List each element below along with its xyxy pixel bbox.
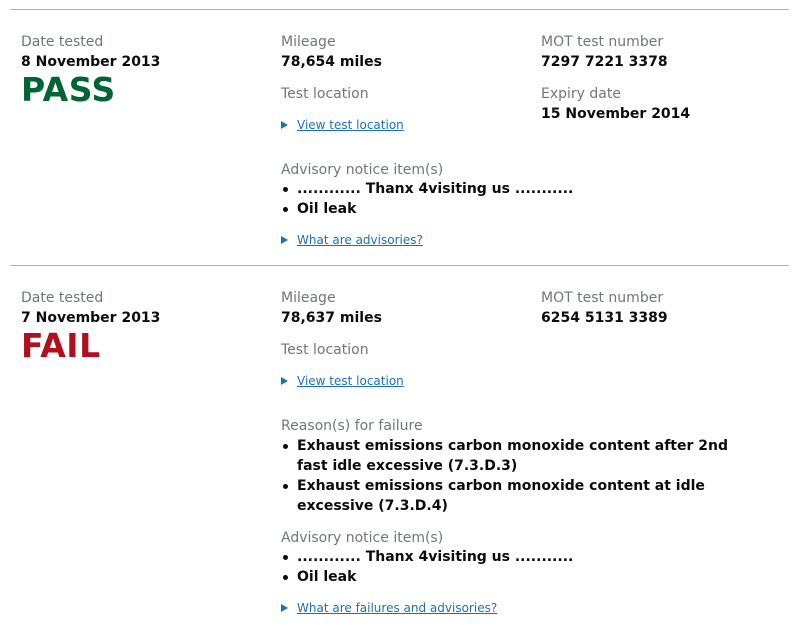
mileage-value: 78,637 miles bbox=[281, 310, 382, 326]
mileage-value: 78,654 miles bbox=[281, 54, 382, 70]
mot-test-number-label: MOT test number bbox=[541, 34, 664, 50]
advisory-list: ............ Thanx 4visiting us ........… bbox=[281, 179, 751, 219]
view-test-location-toggle[interactable]: View test location bbox=[281, 117, 404, 133]
test-result-fail: FAIL bbox=[21, 326, 101, 365]
mot-history: Date tested 8 November 2013 PASS Mileage… bbox=[0, 0, 800, 632]
view-test-location-link[interactable]: View test location bbox=[297, 118, 404, 132]
triangle-right-icon bbox=[281, 604, 288, 612]
failure-reasons-label: Reason(s) for failure bbox=[281, 418, 423, 434]
failure-reason-item: Exhaust emissions carbon monoxide conten… bbox=[281, 476, 751, 516]
what-are-advisories-link[interactable]: What are advisories? bbox=[297, 233, 423, 247]
section-divider bbox=[10, 9, 789, 10]
triangle-right-icon bbox=[281, 377, 288, 385]
advisory-list: ............ Thanx 4visiting us ........… bbox=[281, 547, 751, 587]
date-tested-value: 8 November 2013 bbox=[21, 54, 161, 70]
date-tested-label: Date tested bbox=[21, 34, 104, 50]
mot-test-number-value: 7297 7221 3378 bbox=[541, 54, 668, 70]
mot-test-number-label: MOT test number bbox=[541, 290, 664, 306]
what-are-failures-and-advisories-link[interactable]: What are failures and advisories? bbox=[297, 601, 497, 615]
advisory-item: Oil leak bbox=[281, 567, 751, 587]
advisory-item: Oil leak bbox=[281, 199, 751, 219]
advisory-item: ............ Thanx 4visiting us ........… bbox=[281, 547, 751, 567]
view-test-location-toggle[interactable]: View test location bbox=[281, 373, 404, 389]
triangle-right-icon bbox=[281, 236, 288, 244]
test-location-label: Test location bbox=[281, 86, 369, 102]
advisory-items-label: Advisory notice item(s) bbox=[281, 530, 444, 546]
mileage-label: Mileage bbox=[281, 290, 336, 306]
date-tested-label: Date tested bbox=[21, 290, 104, 306]
failure-reasons-list: Exhaust emissions carbon monoxide conten… bbox=[281, 436, 751, 516]
advisory-items-label: Advisory notice item(s) bbox=[281, 162, 444, 178]
expiry-date-label: Expiry date bbox=[541, 86, 621, 102]
test-location-label: Test location bbox=[281, 342, 369, 358]
test-result-pass: PASS bbox=[21, 70, 116, 109]
view-test-location-link[interactable]: View test location bbox=[297, 374, 404, 388]
expiry-date-value: 15 November 2014 bbox=[541, 106, 691, 122]
mot-test-number-value: 6254 5131 3389 bbox=[541, 310, 668, 326]
section-divider bbox=[10, 265, 789, 266]
what-are-failures-and-advisories-toggle[interactable]: What are failures and advisories? bbox=[281, 600, 497, 616]
mileage-label: Mileage bbox=[281, 34, 336, 50]
failure-reason-item: Exhaust emissions carbon monoxide conten… bbox=[281, 436, 751, 476]
what-are-advisories-toggle[interactable]: What are advisories? bbox=[281, 232, 423, 248]
triangle-right-icon bbox=[281, 121, 288, 129]
advisory-item: ............ Thanx 4visiting us ........… bbox=[281, 179, 751, 199]
date-tested-value: 7 November 2013 bbox=[21, 310, 161, 326]
